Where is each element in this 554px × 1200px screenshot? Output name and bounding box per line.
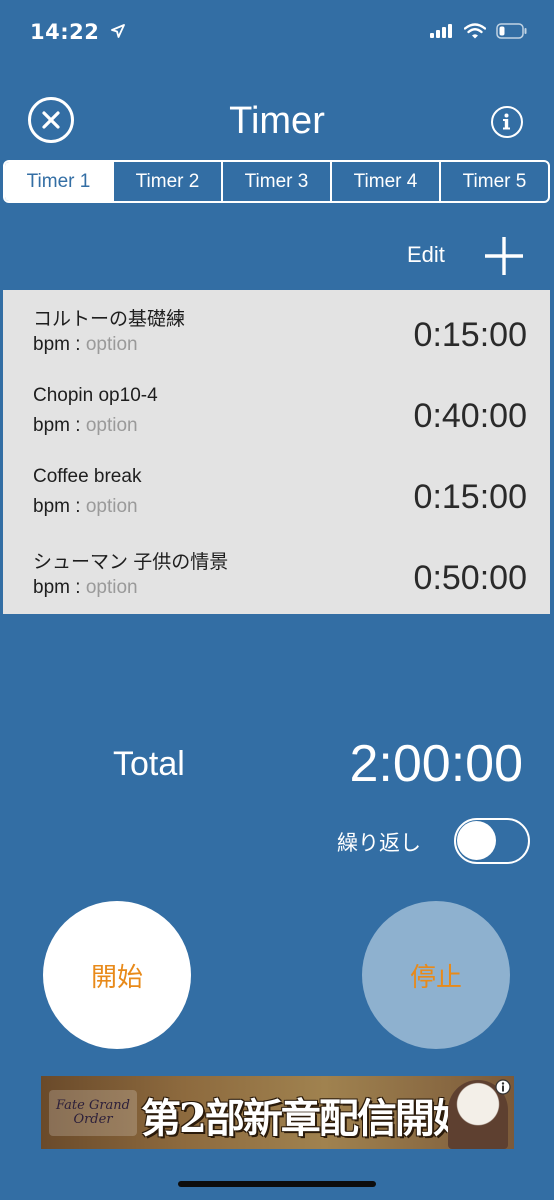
repeat-toggle[interactable] xyxy=(454,818,530,864)
bpm-value: option xyxy=(85,577,138,598)
timer-name: シューマン 子供の情景 xyxy=(33,552,229,573)
timer-bpm: bpm : option xyxy=(33,496,138,518)
edit-button[interactable]: Edit xyxy=(407,242,445,268)
status-bar-time: 14:22 xyxy=(30,20,126,44)
bpm-label: bpm : xyxy=(33,577,86,598)
location-arrow-icon xyxy=(111,24,126,38)
toggle-knob xyxy=(457,821,496,860)
timer-name: コルトーの基礎練 xyxy=(33,309,186,330)
bpm-label: bpm : xyxy=(33,334,86,355)
timer-name: Coffee break xyxy=(33,466,142,487)
bpm-label: bpm : xyxy=(33,496,86,517)
banner-headline: 第2部新章配信開始! xyxy=(141,1095,488,1142)
plus-icon xyxy=(485,237,523,275)
add-timer-button[interactable] xyxy=(484,236,524,276)
home-indicator[interactable] xyxy=(178,1181,376,1187)
time-text: 14:22 xyxy=(30,20,100,44)
bpm-value: option xyxy=(85,334,138,355)
tab-timer-5[interactable]: Timer 5 xyxy=(439,162,548,201)
ad-info-icon[interactable] xyxy=(495,1079,511,1095)
banner-logo: Fate Grand Order xyxy=(49,1090,137,1136)
timer-bpm: bpm : option xyxy=(33,334,138,356)
timer-row[interactable]: Coffee break bpm : option 0:15:00 xyxy=(3,452,550,533)
timer-duration: 0:15:00 xyxy=(413,478,527,516)
start-button[interactable]: 開始 xyxy=(43,901,191,1049)
bpm-value: option xyxy=(85,496,138,517)
bpm-value: option xyxy=(85,415,138,436)
timer-row[interactable]: シューマン 子供の情景 bpm : option 0:50:00 xyxy=(3,533,550,614)
info-button[interactable] xyxy=(491,106,523,138)
total-value: 2:00:00 xyxy=(349,735,524,793)
battery-icon xyxy=(496,23,527,39)
tab-timer-1[interactable]: Timer 1 xyxy=(5,162,112,201)
timer-bpm: bpm : option xyxy=(33,415,138,437)
stop-button[interactable]: 停止 xyxy=(362,901,510,1049)
repeat-label: 繰り返し xyxy=(337,832,421,855)
wifi-icon xyxy=(464,23,486,39)
ad-banner[interactable]: Fate Grand Order 第2部新章配信開始! xyxy=(41,1076,514,1149)
tab-timer-4[interactable]: Timer 4 xyxy=(330,162,439,201)
timer-duration: 0:15:00 xyxy=(413,316,527,354)
bpm-label: bpm : xyxy=(33,415,86,436)
tab-timer-2[interactable]: Timer 2 xyxy=(112,162,221,201)
signal-icon xyxy=(430,24,452,38)
total-label: Total xyxy=(113,745,185,783)
page-title: Timer xyxy=(229,100,325,142)
tab-timer-3[interactable]: Timer 3 xyxy=(221,162,330,201)
timer-bpm: bpm : option xyxy=(33,577,138,599)
info-icon xyxy=(503,113,510,130)
timer-duration: 0:50:00 xyxy=(413,559,527,597)
timer-duration: 0:40:00 xyxy=(413,397,527,435)
timer-row[interactable]: Chopin op10-4 bpm : option 0:40:00 xyxy=(3,371,550,452)
status-bar-indicators xyxy=(430,23,528,39)
timer-tabs: Timer 1 Timer 2 Timer 3 Timer 4 Timer 5 xyxy=(3,160,550,203)
timer-list: コルトーの基礎練 bpm : option 0:15:00 Chopin op1… xyxy=(3,290,550,614)
timer-row[interactable]: コルトーの基礎練 bpm : option 0:15:00 xyxy=(3,290,550,371)
timer-name: Chopin op10-4 xyxy=(33,385,158,406)
